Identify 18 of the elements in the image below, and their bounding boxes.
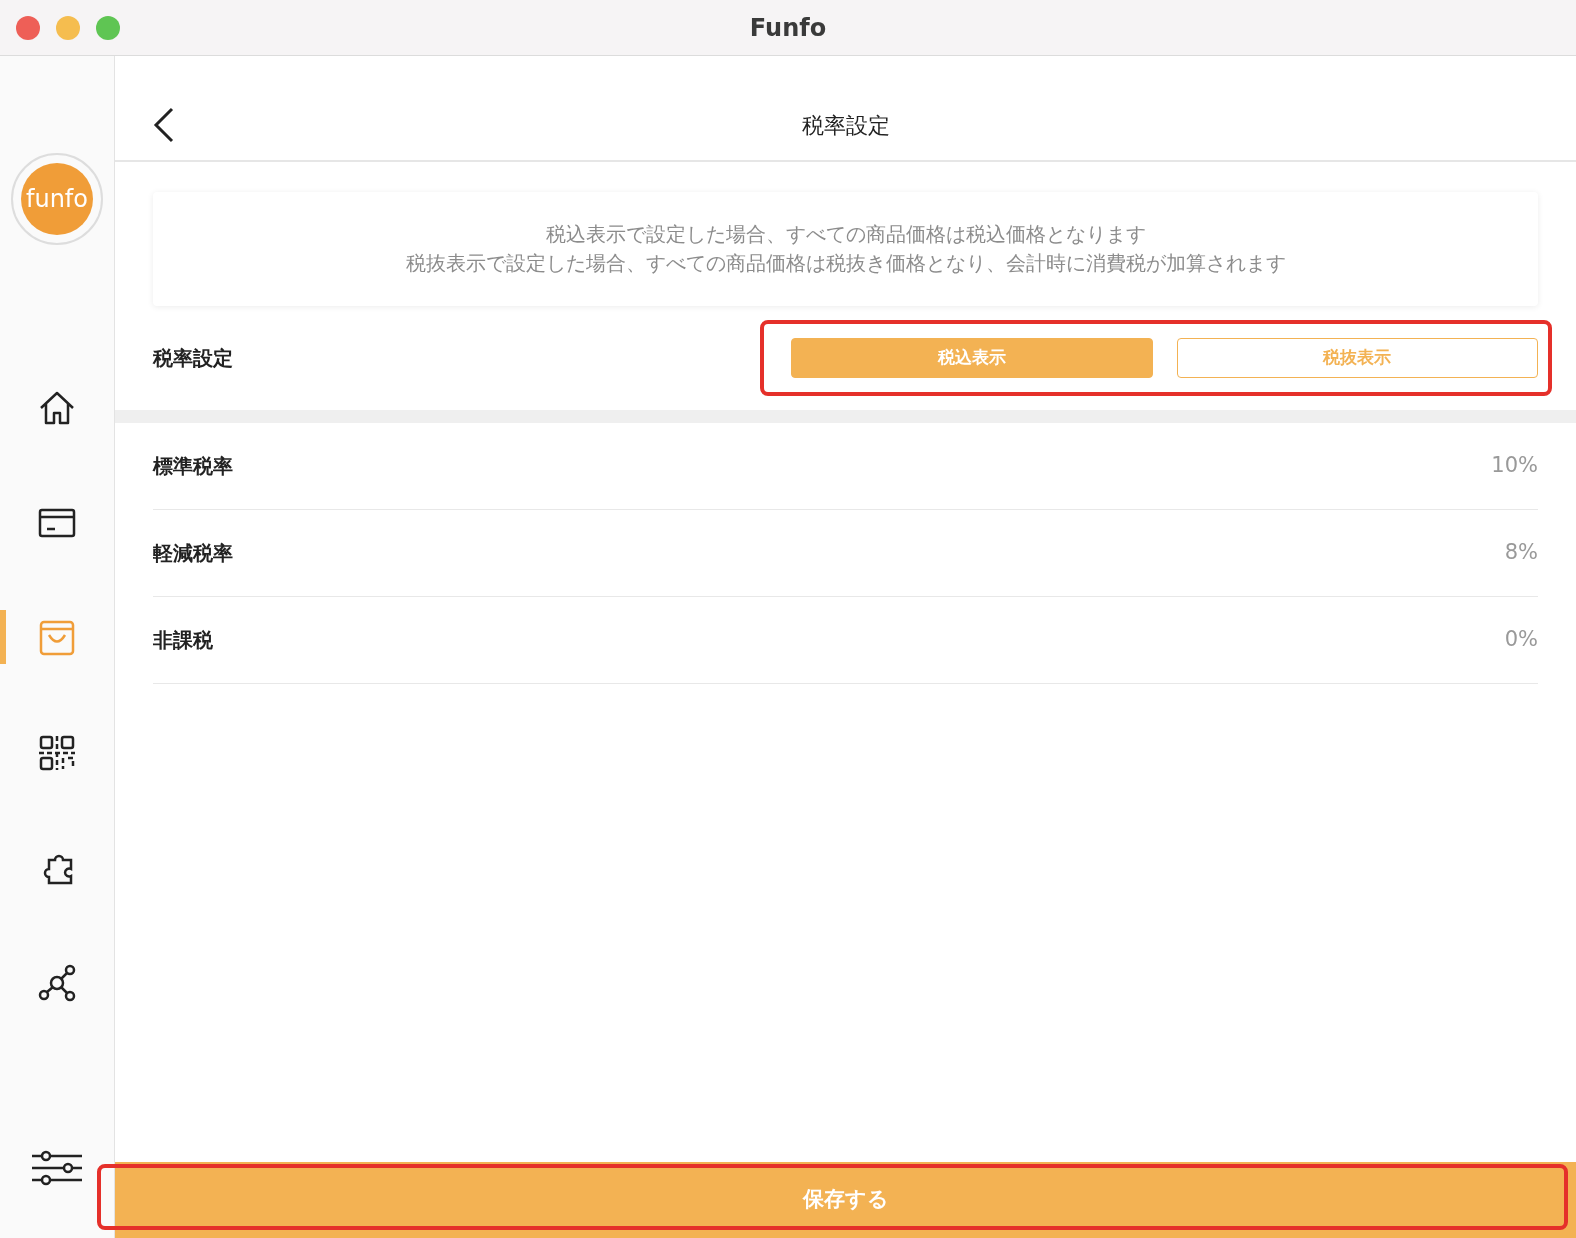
back-icon[interactable]	[153, 107, 175, 143]
settings-sliders-icon[interactable]	[30, 1148, 84, 1188]
segment-button[interactable]: 税抜表示	[1176, 338, 1538, 378]
segment-button[interactable]: 税込表示	[791, 338, 1153, 378]
setting-label: 税率設定	[153, 345, 233, 372]
rate-value: 0%	[1504, 626, 1538, 654]
page-title: 税率設定	[801, 111, 890, 140]
window-title: Funfo	[749, 12, 827, 44]
close-button[interactable]	[16, 15, 40, 40]
rate-name: 軽減税率	[153, 540, 233, 567]
notice-text: 税抜表示で設定した場合、すべての商品価格は税抜き価格となり、会計時に消費税が加算されます	[404, 250, 1287, 277]
rate-value: 8%	[1504, 539, 1538, 567]
notice-text: 税込表示で設定した場合、すべての商品価格は税込価格となります	[544, 221, 1147, 248]
rate-name: 標準税率	[153, 453, 233, 480]
rate-value: 10%	[1491, 452, 1538, 480]
network-nodes-icon[interactable]	[37, 962, 77, 1003]
rate-name: 非課税	[153, 627, 213, 654]
logo: funfo	[11, 153, 103, 245]
